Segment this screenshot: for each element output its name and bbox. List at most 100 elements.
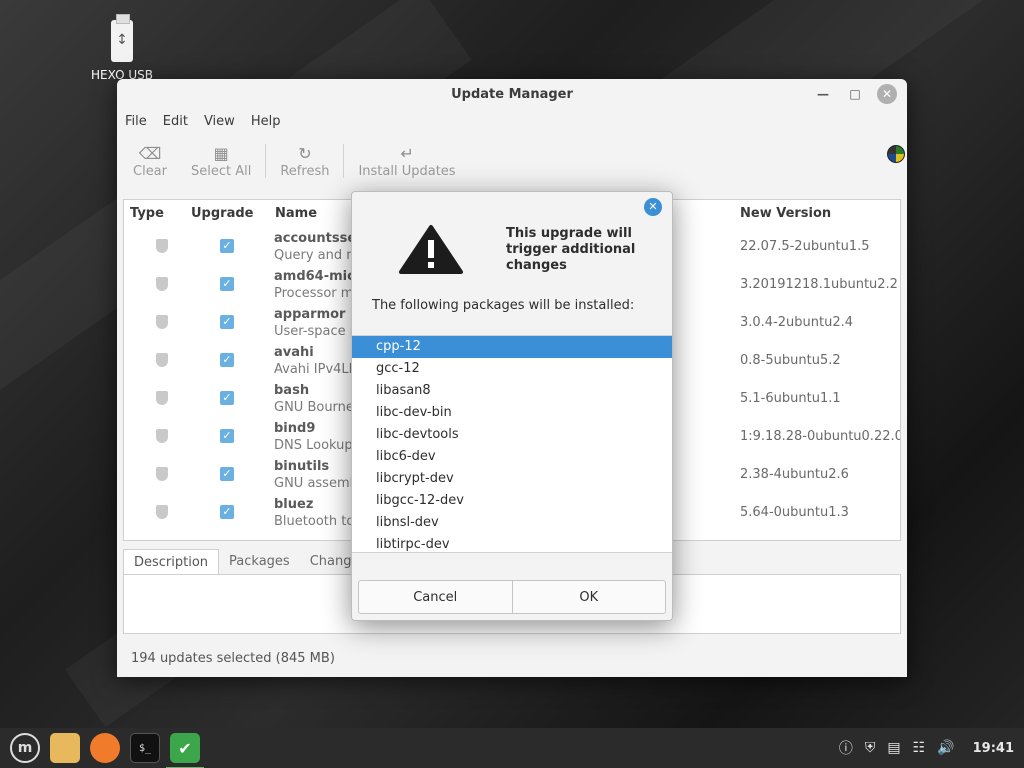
clock[interactable]: 19:41	[973, 741, 1014, 756]
maximize-icon[interactable]: □	[845, 84, 865, 104]
clear-button[interactable]: ⌫ Clear	[121, 144, 179, 179]
menu-file[interactable]: File	[125, 114, 147, 129]
package-description: DNS Lookup Utility	[274, 438, 354, 453]
upgrade-checkbox[interactable]: ✓	[220, 239, 234, 253]
refresh-icon: ↻	[298, 143, 312, 163]
upgrade-checkbox[interactable]: ✓	[220, 505, 234, 519]
mint-menu-icon[interactable]: m	[10, 733, 40, 763]
upgrade-checkbox[interactable]: ✓	[220, 315, 234, 329]
clipboard-icon[interactable]: ▤	[887, 740, 900, 756]
menubar: File Edit View Help	[117, 109, 907, 133]
minimize-icon[interactable]: —	[813, 84, 833, 104]
install-updates-button[interactable]: ↵ Install Updates	[346, 144, 467, 179]
cancel-button[interactable]: Cancel	[359, 581, 512, 613]
menu-edit[interactable]: Edit	[163, 114, 188, 129]
package-type-icon	[156, 505, 168, 519]
column-header-name[interactable]: Name	[275, 200, 317, 228]
package-version: 5.64-0ubuntu1.3	[740, 505, 849, 520]
list-item[interactable]: gcc-12	[352, 358, 672, 380]
details-tabs: Description Packages Changelog	[123, 549, 389, 575]
package-version: 0.8-5ubuntu5.2	[740, 353, 841, 368]
user-avatar[interactable]	[887, 145, 905, 163]
close-icon[interactable]: ✕	[644, 198, 662, 216]
package-name: bluez	[274, 497, 314, 512]
package-description: Processor microcode firmware for AMD CPU…	[274, 286, 354, 301]
dialog-heading: This upgrade will trigger additional cha…	[506, 226, 636, 273]
package-type-icon	[156, 277, 168, 291]
package-name: bash	[274, 383, 310, 398]
upgrade-checkbox[interactable]: ✓	[220, 353, 234, 367]
list-item[interactable]: libtirpc-dev	[352, 534, 672, 552]
folder-icon[interactable]	[50, 733, 80, 763]
select-all-label: Select All	[191, 163, 252, 179]
install-updates-label: Install Updates	[358, 163, 456, 179]
column-header-new-version[interactable]: New Version	[740, 200, 831, 228]
package-type-icon	[156, 239, 168, 253]
firefox-icon[interactable]	[90, 733, 120, 763]
refresh-label: Refresh	[280, 163, 330, 179]
package-version: 5.1-6ubuntu1.1	[740, 391, 841, 406]
dialog-buttons: Cancel OK	[358, 580, 666, 614]
upgrade-checkbox[interactable]: ✓	[220, 467, 234, 481]
desktop-usb-drive[interactable]: HEXO USB	[84, 14, 160, 82]
update-tray-icon[interactable]: ⛨	[865, 740, 876, 756]
package-type-icon	[156, 391, 168, 405]
list-item[interactable]: libc-devtools	[352, 424, 672, 446]
window-title: Update Manager	[451, 86, 573, 102]
package-list[interactable]: cpp-12 gcc-12 libasan8 libc-dev-bin libc…	[352, 335, 672, 553]
list-item[interactable]: libasan8	[352, 380, 672, 402]
package-type-icon	[156, 429, 168, 443]
ok-button[interactable]: OK	[511, 581, 666, 613]
list-item[interactable]: libgcc-12-dev	[352, 490, 672, 512]
tab-description[interactable]: Description	[123, 549, 220, 575]
warning-icon	[399, 225, 463, 274]
clear-icon: ⌫	[138, 143, 162, 163]
dialog-message: The following packages will be installed…	[372, 298, 635, 313]
additional-changes-dialog: ✕ This upgrade will trigger additional c…	[351, 191, 673, 621]
status-text: 194 updates selected (845 MB)	[131, 651, 335, 666]
notification-icon[interactable]: ⓘ	[839, 738, 853, 758]
clear-label: Clear	[133, 163, 167, 179]
list-item[interactable]: libcrypt-dev	[352, 468, 672, 490]
package-description: Bluetooth tools and daemons	[274, 514, 354, 529]
package-name: bind9	[274, 421, 316, 436]
list-item[interactable]: libnsl-dev	[352, 512, 672, 534]
package-name: accountsservice	[274, 231, 354, 246]
package-name: apparmor	[274, 307, 346, 322]
toolbar-separator	[265, 144, 267, 178]
upgrade-checkbox[interactable]: ✓	[220, 391, 234, 405]
package-name: amd64-microcode	[274, 269, 354, 284]
list-item[interactable]: cpp-12	[352, 336, 672, 358]
column-header-type[interactable]: Type	[130, 200, 164, 228]
system-tray: ⓘ ⛨ ▤ ☷ 🔊 19:41	[839, 728, 1014, 768]
list-item[interactable]: libc-dev-bin	[352, 402, 672, 424]
upgrade-checkbox[interactable]: ✓	[220, 429, 234, 443]
select-all-button[interactable]: ▦ Select All	[179, 144, 263, 179]
update-shield-icon[interactable]: ✔	[166, 733, 204, 768]
terminal-icon[interactable]: $_	[130, 733, 160, 763]
menu-help[interactable]: Help	[251, 114, 281, 129]
toolbar: ⌫ Clear ▦ Select All ↻ Refresh ↵ Install…	[117, 133, 907, 189]
install-icon: ↵	[400, 143, 414, 163]
toolbar-separator	[343, 144, 345, 178]
window-titlebar[interactable]: Update Manager — □ ✕	[117, 79, 907, 109]
volume-icon[interactable]: 🔊	[937, 740, 954, 756]
menu-view[interactable]: View	[204, 114, 235, 129]
package-version: 1:9.18.28-0ubuntu0.22.04.1	[740, 429, 900, 444]
package-version: 22.07.5-2ubuntu1.5	[740, 239, 870, 254]
select-all-icon: ▦	[213, 143, 229, 163]
package-description: Query and manipulate user account inform…	[274, 248, 354, 263]
usb-drive-icon	[111, 14, 133, 62]
network-icon[interactable]: ☷	[913, 740, 926, 756]
package-type-icon	[156, 353, 168, 367]
refresh-button[interactable]: ↻ Refresh	[268, 144, 341, 179]
list-item[interactable]: libc6-dev	[352, 446, 672, 468]
upgrade-checkbox[interactable]: ✓	[220, 277, 234, 291]
close-icon[interactable]: ✕	[877, 84, 897, 104]
package-version: 3.20191218.1ubuntu2.2	[740, 277, 898, 292]
package-name: binutils	[274, 459, 330, 474]
tab-packages[interactable]: Packages	[219, 549, 300, 575]
column-header-upgrade[interactable]: Upgrade	[191, 200, 253, 228]
package-description: GNU Bourne Again SHell	[274, 400, 354, 415]
package-name: avahi	[274, 345, 314, 360]
